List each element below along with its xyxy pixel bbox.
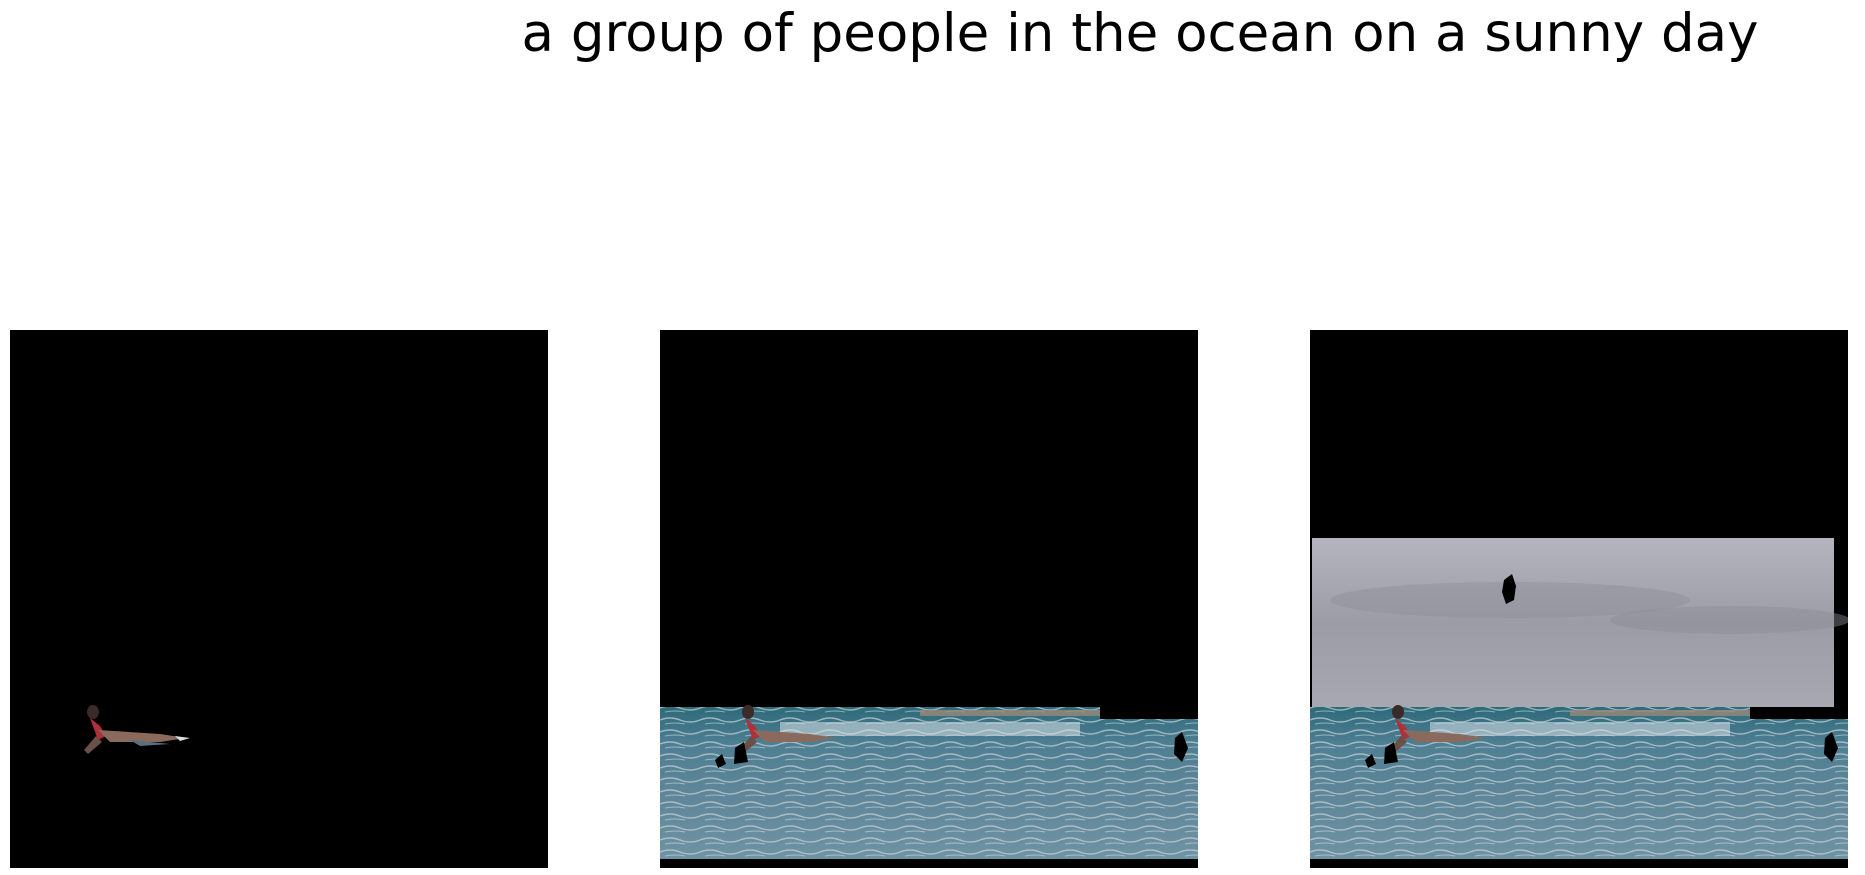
sea-segment-image — [660, 330, 1198, 868]
segment-panel-person-sea — [660, 330, 1198, 868]
person-segment-image — [10, 330, 548, 868]
caption: a group of people in the ocean on a sunn… — [521, 3, 1759, 64]
sky-segment-image — [1310, 330, 1848, 868]
segment-panel-person — [10, 330, 548, 868]
segment-panel-person-sea-sky — [1310, 330, 1848, 868]
